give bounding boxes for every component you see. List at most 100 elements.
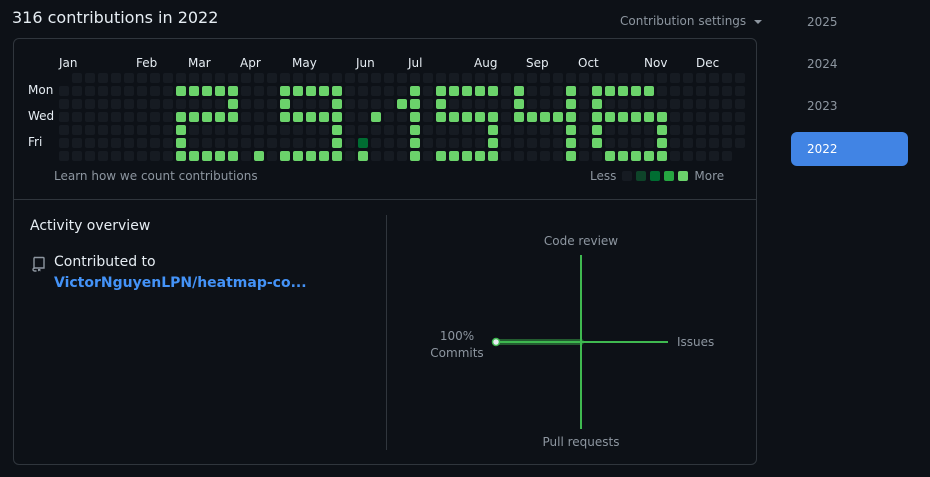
calendar-cell[interactable] (592, 138, 602, 148)
calendar-cell[interactable] (345, 99, 355, 109)
calendar-cell[interactable] (553, 151, 563, 161)
calendar-cell[interactable] (241, 138, 251, 148)
calendar-cell[interactable] (397, 86, 407, 96)
calendar-cell[interactable] (631, 112, 641, 122)
calendar-cell[interactable] (137, 112, 147, 122)
calendar-cell[interactable] (241, 151, 251, 161)
calendar-cell[interactable] (462, 99, 472, 109)
calendar-cell[interactable] (644, 86, 654, 96)
calendar-cell[interactable] (332, 138, 342, 148)
calendar-cell[interactable] (514, 86, 524, 96)
calendar-cell[interactable] (397, 125, 407, 135)
calendar-cell[interactable] (397, 151, 407, 161)
calendar-cell[interactable] (150, 112, 160, 122)
calendar-cell[interactable] (306, 99, 316, 109)
calendar-cell[interactable] (670, 112, 680, 122)
learn-contributions-link[interactable]: Learn how we count contributions (54, 169, 258, 183)
calendar-cell[interactable] (735, 112, 745, 122)
calendar-cell[interactable] (566, 99, 576, 109)
calendar-cell[interactable] (137, 138, 147, 148)
calendar-cell[interactable] (683, 151, 693, 161)
calendar-cell[interactable] (345, 138, 355, 148)
calendar-cell[interactable] (410, 86, 420, 96)
calendar-cell[interactable] (735, 99, 745, 109)
calendar-cell[interactable] (410, 112, 420, 122)
calendar-cell[interactable] (98, 86, 108, 96)
calendar-cell[interactable] (670, 99, 680, 109)
calendar-cell[interactable] (709, 86, 719, 96)
calendar-cell[interactable] (59, 125, 69, 135)
calendar-cell[interactable] (98, 99, 108, 109)
calendar-cell[interactable] (670, 73, 680, 83)
calendar-cell[interactable] (488, 125, 498, 135)
calendar-cell[interactable] (397, 112, 407, 122)
calendar-cell[interactable] (358, 125, 368, 135)
calendar-cell[interactable] (280, 73, 290, 83)
calendar-cell[interactable] (657, 99, 667, 109)
calendar-cell[interactable] (280, 86, 290, 96)
calendar-cell[interactable] (228, 125, 238, 135)
calendar-cell[interactable] (280, 151, 290, 161)
calendar-cell[interactable] (696, 73, 706, 83)
calendar-cell[interactable] (722, 86, 732, 96)
calendar-cell[interactable] (527, 138, 537, 148)
calendar-cell[interactable] (137, 151, 147, 161)
calendar-cell[interactable] (72, 151, 82, 161)
calendar-cell[interactable] (735, 86, 745, 96)
calendar-cell[interactable] (137, 125, 147, 135)
calendar-cell[interactable] (189, 125, 199, 135)
calendar-cell[interactable] (202, 112, 212, 122)
calendar-cell[interactable] (644, 138, 654, 148)
calendar-cell[interactable] (644, 151, 654, 161)
calendar-cell[interactable] (644, 112, 654, 122)
calendar-cell[interactable] (488, 112, 498, 122)
calendar-cell[interactable] (254, 73, 264, 83)
calendar-cell[interactable] (241, 112, 251, 122)
calendar-cell[interactable] (436, 138, 446, 148)
calendar-cell[interactable] (306, 112, 316, 122)
calendar-cell[interactable] (683, 73, 693, 83)
calendar-cell[interactable] (449, 86, 459, 96)
calendar-cell[interactable] (579, 125, 589, 135)
calendar-cell[interactable] (449, 73, 459, 83)
calendar-cell[interactable] (332, 125, 342, 135)
calendar-cell[interactable] (501, 151, 511, 161)
calendar-cell[interactable] (254, 86, 264, 96)
calendar-cell[interactable] (553, 138, 563, 148)
calendar-cell[interactable] (111, 73, 121, 83)
calendar-cell[interactable] (475, 125, 485, 135)
calendar-cell[interactable] (605, 86, 615, 96)
calendar-cell[interactable] (683, 125, 693, 135)
calendar-cell[interactable] (501, 125, 511, 135)
calendar-cell[interactable] (449, 138, 459, 148)
calendar-cell[interactable] (579, 112, 589, 122)
calendar-cell[interactable] (241, 73, 251, 83)
calendar-cell[interactable] (319, 73, 329, 83)
calendar-cell[interactable] (670, 151, 680, 161)
calendar-cell[interactable] (631, 138, 641, 148)
calendar-cell[interactable] (215, 138, 225, 148)
calendar-cell[interactable] (59, 99, 69, 109)
calendar-cell[interactable] (176, 73, 186, 83)
calendar-cell[interactable] (540, 86, 550, 96)
contribution-settings-dropdown[interactable]: Contribution settings (620, 14, 763, 28)
calendar-cell[interactable] (735, 138, 745, 148)
calendar-cell[interactable] (384, 112, 394, 122)
calendar-cell[interactable] (592, 99, 602, 109)
calendar-cell[interactable] (332, 86, 342, 96)
calendar-cell[interactable] (579, 86, 589, 96)
calendar-cell[interactable] (527, 99, 537, 109)
calendar-cell[interactable] (371, 86, 381, 96)
calendar-cell[interactable] (59, 151, 69, 161)
calendar-cell[interactable] (189, 138, 199, 148)
calendar-cell[interactable] (254, 125, 264, 135)
calendar-cell[interactable] (696, 99, 706, 109)
calendar-cell[interactable] (579, 73, 589, 83)
calendar-cell[interactable] (475, 86, 485, 96)
calendar-cell[interactable] (631, 86, 641, 96)
calendar-cell[interactable] (553, 86, 563, 96)
calendar-cell[interactable] (566, 73, 576, 83)
calendar-cell[interactable] (709, 73, 719, 83)
calendar-cell[interactable] (501, 138, 511, 148)
calendar-cell[interactable] (436, 125, 446, 135)
